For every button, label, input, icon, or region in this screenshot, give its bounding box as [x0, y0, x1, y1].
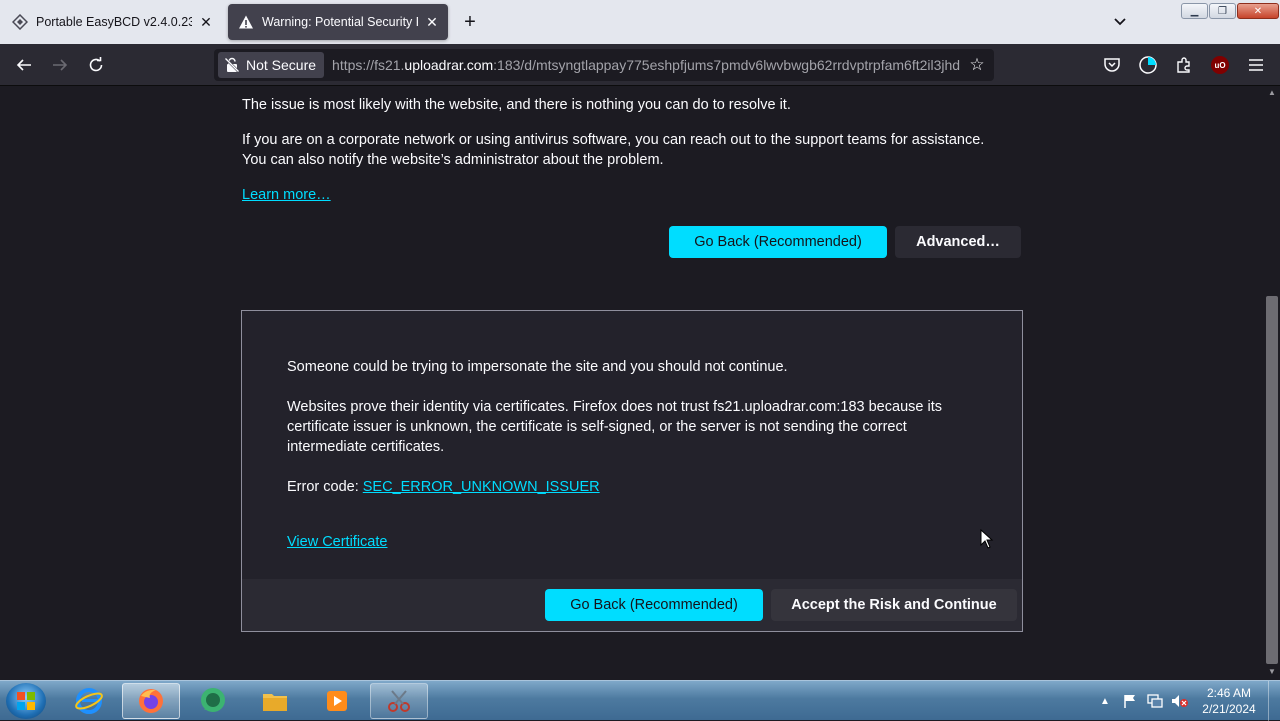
- tab-title: Portable EasyBCD v2.4.0.237 Co: [36, 15, 192, 29]
- scissors-icon: [388, 690, 410, 712]
- go-back-button[interactable]: Go Back (Recommended): [669, 226, 887, 258]
- error-code-link[interactable]: SEC_ERROR_UNKNOWN_ISSUER: [363, 479, 600, 495]
- list-all-tabs-icon[interactable]: [1110, 12, 1130, 32]
- maximize-button[interactable]: ❐: [1209, 3, 1236, 19]
- system-clock[interactable]: 2:46 AM 2/21/2024: [1196, 685, 1262, 717]
- folder-icon: [263, 694, 287, 711]
- accept-risk-button[interactable]: Accept the Risk and Continue: [771, 589, 1017, 621]
- minimize-button[interactable]: ▁: [1181, 3, 1208, 19]
- close-tab-icon[interactable]: ✕: [198, 14, 214, 30]
- url-path: :183/d/mtsyngtlappay775eshpfjums7pmdv6lw…: [493, 57, 961, 73]
- window-close-button[interactable]: ✕: [1237, 3, 1279, 19]
- start-button[interactable]: [6, 683, 46, 719]
- tab-security-warning[interactable]: Warning: Potential Security Risk ✕: [228, 4, 448, 40]
- url-bar[interactable]: Not Secure https://fs21.uploadrar.com:18…: [214, 49, 994, 81]
- certificate-explanation: Websites prove their identity via certif…: [287, 399, 942, 455]
- close-tab-icon[interactable]: ✕: [424, 14, 440, 30]
- taskbar-snipping-tool[interactable]: [370, 683, 428, 719]
- scroll-up-icon[interactable]: ▲: [1266, 88, 1278, 98]
- windows-logo-icon: [17, 692, 35, 710]
- error-page: The issue is most likely with the websit…: [0, 86, 1264, 680]
- arrow-left-icon: [16, 59, 31, 71]
- impersonate-warning: Someone could be trying to impersonate t…: [287, 359, 788, 375]
- broken-lock-icon: [224, 57, 240, 73]
- advanced-panel-footer: Go Back (Recommended) Accept the Risk an…: [242, 579, 1022, 631]
- internet-explorer-icon: [75, 688, 103, 714]
- notify-admin-text: You can also notify the website’s admini…: [242, 152, 664, 168]
- reload-icon: [89, 57, 103, 72]
- window-controls: ▁ ❐ ✕: [1180, 3, 1279, 19]
- taskbar-file-explorer[interactable]: [246, 683, 304, 719]
- bookmark-star-icon[interactable]: ☆: [966, 54, 988, 76]
- account-sync-icon[interactable]: [1136, 53, 1160, 77]
- diamond-icon: [12, 14, 28, 30]
- advanced-panel: Someone could be trying to impersonate t…: [241, 310, 1023, 632]
- taskbar-media-player[interactable]: [308, 683, 366, 719]
- tab-strip: Portable EasyBCD v2.4.0.237 Co ✕ Warning…: [0, 0, 1280, 44]
- error-code-label: Error code:: [287, 479, 363, 495]
- pocket-icon[interactable]: [1100, 53, 1124, 77]
- corporate-network-text: If you are on a corporate network or usi…: [242, 132, 985, 148]
- new-tab-button[interactable]: +: [458, 10, 482, 34]
- tab-easybcd[interactable]: Portable EasyBCD v2.4.0.237 Co ✕: [2, 4, 222, 40]
- clock-time: 2:46 AM: [1206, 686, 1252, 700]
- view-certificate-link[interactable]: View Certificate: [287, 534, 387, 550]
- media-player-icon: [327, 691, 347, 711]
- tray-show-hidden-icon[interactable]: ▲: [1100, 681, 1110, 721]
- ublock-origin-icon[interactable]: uO: [1208, 53, 1232, 77]
- issue-text: The issue is most likely with the websit…: [242, 97, 791, 113]
- scroll-down-icon[interactable]: ▼: [1266, 667, 1278, 677]
- url-prefix: https://fs21.: [332, 57, 405, 73]
- hamburger-menu-icon[interactable]: [1244, 53, 1268, 77]
- not-secure-indicator[interactable]: Not Secure: [218, 52, 325, 78]
- tab-title: Warning: Potential Security Risk: [262, 15, 418, 29]
- reload-button[interactable]: [84, 53, 108, 77]
- firefox-icon: [139, 689, 163, 713]
- go-back-button-advanced[interactable]: Go Back (Recommended): [545, 589, 763, 621]
- extensions-puzzle-icon[interactable]: [1172, 53, 1196, 77]
- action-center-flag-icon[interactable]: [1122, 681, 1138, 721]
- url-text[interactable]: https://fs21.uploadrar.com:183/d/mtsyngt…: [332, 57, 960, 73]
- network-icon[interactable]: [1146, 681, 1164, 721]
- clock-date: 2/21/2024: [1202, 702, 1256, 716]
- volume-muted-icon[interactable]: [1170, 681, 1190, 721]
- back-button[interactable]: [12, 53, 36, 77]
- arrow-right-icon: [53, 59, 68, 71]
- learn-more-link[interactable]: Learn more…: [242, 185, 331, 205]
- taskbar-chat-app[interactable]: [184, 683, 242, 719]
- taskbar-firefox[interactable]: [122, 683, 180, 719]
- not-secure-label: Not Secure: [246, 57, 317, 73]
- forward-button[interactable]: [48, 53, 72, 77]
- taskbar-internet-explorer[interactable]: [60, 683, 118, 719]
- warning-icon: [239, 15, 253, 29]
- view-certificate-line: View Certificate: [287, 532, 387, 552]
- windows-taskbar: ▲ 2:46 AM 2/21/2024: [0, 680, 1280, 721]
- navigation-toolbar: Not Secure https://fs21.uploadrar.com:18…: [0, 44, 1280, 86]
- advanced-button[interactable]: Advanced…: [895, 226, 1021, 258]
- url-host: uploadrar.com: [404, 57, 494, 73]
- chat-bubble-icon: [201, 688, 225, 712]
- error-code-line: Error code: SEC_ERROR_UNKNOWN_ISSUER: [287, 477, 977, 497]
- mouse-cursor-icon: [980, 529, 994, 549]
- show-desktop-button[interactable]: [1268, 681, 1280, 721]
- scrollbar-thumb[interactable]: [1266, 296, 1278, 664]
